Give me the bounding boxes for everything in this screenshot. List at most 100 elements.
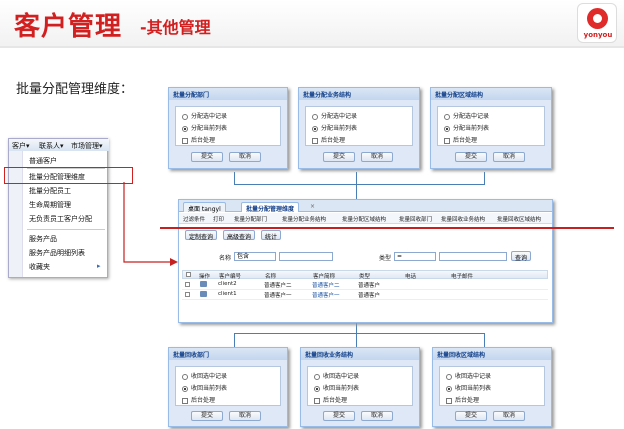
- col-header-type[interactable]: 类型: [359, 272, 370, 280]
- background-process-checkbox[interactable]: 后台处理: [182, 135, 215, 144]
- radio-checked-icon: [182, 125, 188, 132]
- toolbar-recycle-dept[interactable]: 批量回收部门: [399, 215, 432, 223]
- radio-checked-icon: [314, 385, 320, 392]
- dialog-recycle-dept: 批量回收部门 收回选中记录 收回当前列表 后台处理 提交 取消: [168, 347, 288, 427]
- filter-name-label: 名称: [219, 255, 232, 262]
- radio-option-current-list[interactable]: 分配当前列表: [182, 123, 227, 132]
- background-process-checkbox[interactable]: 后台处理: [446, 395, 479, 404]
- background-process-checkbox[interactable]: 后台处理: [314, 395, 347, 404]
- submit-button[interactable]: 提交: [191, 411, 223, 421]
- checkbox-icon: [182, 137, 188, 144]
- cancel-button[interactable]: 取消: [493, 411, 525, 421]
- row-checkbox[interactable]: [185, 292, 190, 297]
- edit-icon[interactable]: [200, 281, 207, 287]
- tab-close-icon[interactable]: ×: [306, 202, 319, 212]
- radio-option-current-list[interactable]: 收回当前列表: [182, 383, 227, 392]
- filter-type-label: 类型: [379, 255, 392, 262]
- toolbar-recycle-region[interactable]: 批量回收区域结构: [497, 215, 541, 223]
- dialog-title: 批量分配部门: [169, 88, 287, 100]
- table-row[interactable]: client2 普通客户二 普通客户二 普通客户: [182, 280, 548, 290]
- col-header-email[interactable]: 电子邮件: [451, 272, 473, 280]
- toolbar-recycle-business[interactable]: 批量回收业务结构: [441, 215, 485, 223]
- connector-line: [356, 323, 357, 333]
- col-header-phone[interactable]: 电话: [405, 272, 416, 280]
- radio-option-selected-records[interactable]: 收回选中记录: [182, 371, 227, 380]
- tab-desktop[interactable]: 桌面 tangyl: [183, 202, 226, 213]
- background-process-checkbox[interactable]: 后台处理: [182, 395, 215, 404]
- row-checkbox[interactable]: [185, 282, 190, 287]
- search-button[interactable]: 查询: [511, 251, 532, 262]
- page-subtitle: -其他管理: [140, 18, 211, 37]
- radio-option-selected-records[interactable]: 收回选中记录: [314, 371, 359, 380]
- submit-button[interactable]: 提交: [323, 411, 355, 421]
- radio-checked-icon: [444, 125, 450, 132]
- menu-item-lifecycle[interactable]: 生命周期管理: [29, 200, 71, 210]
- grid-header: 操作 客户编号 名称 客户简称 类型 电话 电子邮件: [182, 270, 548, 280]
- cancel-button[interactable]: 取消: [229, 152, 261, 162]
- cancel-button[interactable]: 取消: [229, 411, 261, 421]
- connector-line: [234, 172, 235, 184]
- toolbar-print[interactable]: 打印: [213, 215, 224, 223]
- menu-marketing[interactable]: 市场管理▾: [71, 141, 103, 151]
- connector-line: [356, 333, 357, 347]
- menu-contacts[interactable]: 联系人▾: [39, 141, 64, 151]
- submit-button[interactable]: 提交: [455, 152, 487, 162]
- menu-item-favorites[interactable]: 收藏夹: [29, 262, 50, 272]
- toolbar: 过滤条件 打印 批量分配部门 批量分配业务结构 批量分配区域结构 批量回收部门 …: [179, 213, 552, 224]
- background-process-checkbox[interactable]: 后台处理: [312, 135, 345, 144]
- menu-item-batch-assign-staff[interactable]: 批量分配员工: [29, 186, 71, 196]
- filter-name-operator[interactable]: 包含: [234, 252, 276, 261]
- submenu-arrow-icon: ▸: [97, 262, 101, 270]
- custom-query-button[interactable]: 定制查询: [185, 230, 218, 241]
- checkbox-icon: [312, 137, 318, 144]
- col-header-short-name[interactable]: 客户简称: [313, 272, 335, 280]
- radio-option-selected-records[interactable]: 分配选中记录: [182, 111, 227, 120]
- col-header-code[interactable]: 客户编号: [219, 272, 241, 280]
- filter-type-operator[interactable]: =: [394, 252, 436, 261]
- radio-option-selected-records[interactable]: 分配选中记录: [312, 111, 357, 120]
- cancel-button[interactable]: 取消: [361, 411, 393, 421]
- main-window: 桌面 tangyl 批量分配管理维度 × 过滤条件 打印 批量分配部门 批量分配…: [178, 199, 553, 323]
- statistics-button[interactable]: 统计: [261, 230, 282, 241]
- radio-option-current-list[interactable]: 分配当前列表: [444, 123, 489, 132]
- submit-button[interactable]: 提交: [323, 152, 355, 162]
- radio-option-selected-records[interactable]: 收回选中记录: [446, 371, 491, 380]
- filter-name-input[interactable]: [279, 252, 333, 261]
- connector-line: [234, 184, 485, 185]
- toolbar-assign-dept[interactable]: 批量分配部门: [234, 215, 267, 223]
- checkbox-icon: [314, 397, 320, 404]
- advanced-query-button[interactable]: 高级查询: [223, 230, 256, 241]
- dialog-recycle-region: 批量回收区域结构 收回选中记录 收回当前列表 后台处理 提交 取消: [432, 347, 552, 427]
- select-all-checkbox[interactable]: [186, 272, 191, 277]
- menu-customer[interactable]: 客户▾: [12, 141, 30, 151]
- table-row[interactable]: client1 普通客户一 普通客户一 普通客户: [182, 290, 548, 300]
- cancel-button[interactable]: 取消: [361, 152, 393, 162]
- radio-checked-icon: [446, 385, 452, 392]
- menu-item-service-products[interactable]: 服务产品: [29, 234, 57, 244]
- menu-item-normal-customer[interactable]: 普通客户: [29, 156, 57, 166]
- submit-button[interactable]: 提交: [191, 152, 223, 162]
- cancel-button[interactable]: 取消: [493, 152, 525, 162]
- radio-option-current-list[interactable]: 收回当前列表: [314, 383, 359, 392]
- col-header-name[interactable]: 名称: [265, 272, 276, 280]
- radio-icon: [444, 113, 450, 120]
- radio-option-current-list[interactable]: 收回当前列表: [446, 383, 491, 392]
- radio-icon: [312, 113, 318, 120]
- background-process-checkbox[interactable]: 后台处理: [444, 135, 477, 144]
- radio-checked-icon: [312, 125, 318, 132]
- radio-option-current-list[interactable]: 分配当前列表: [312, 123, 357, 132]
- checkbox-icon: [182, 397, 188, 404]
- menu-item-unassigned-customers[interactable]: 无负责员工客户分配: [29, 214, 92, 224]
- menu-item-service-product-details[interactable]: 服务产品明细列表: [29, 248, 85, 258]
- dialog-title: 批量回收业务结构: [301, 348, 419, 360]
- edit-icon[interactable]: [200, 291, 207, 297]
- dialog-assign-dept: 批量分配部门 分配选中记录 分配当前列表 后台处理 提交 取消: [168, 87, 288, 169]
- filter-type-select[interactable]: [439, 252, 507, 261]
- highlight-box: [4, 167, 133, 184]
- toolbar-assign-region[interactable]: 批量分配区域结构: [342, 215, 386, 223]
- submit-button[interactable]: 提交: [455, 411, 487, 421]
- radio-option-selected-records[interactable]: 分配选中记录: [444, 111, 489, 120]
- toolbar-assign-business[interactable]: 批量分配业务结构: [282, 215, 326, 223]
- tab-batch-assign[interactable]: 批量分配管理维度: [241, 202, 300, 213]
- toolbar-filter[interactable]: 过滤条件: [183, 215, 205, 223]
